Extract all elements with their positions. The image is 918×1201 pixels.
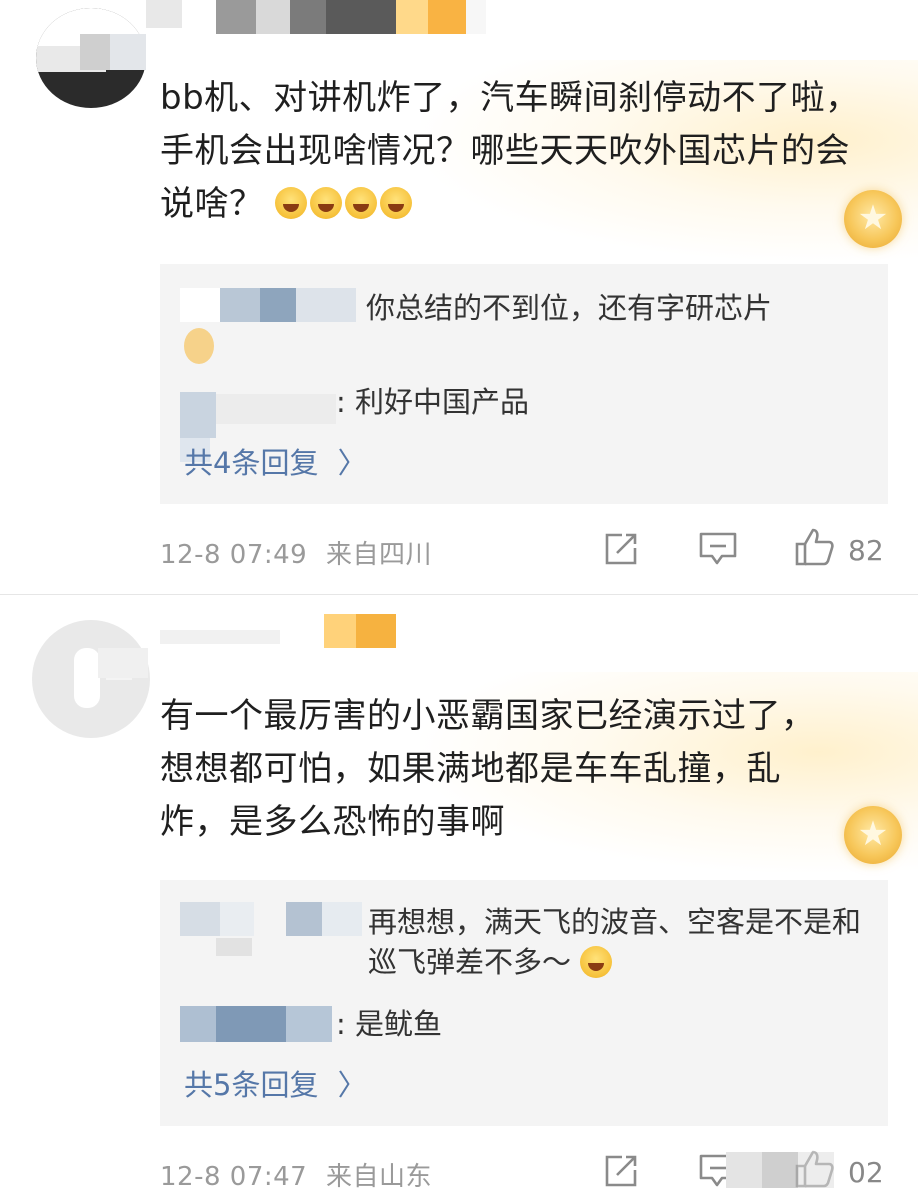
emoji-icon bbox=[344, 187, 377, 219]
more-replies-label: 共4条回复 bbox=[184, 446, 319, 480]
reply-text: 再想想，满天飞的波音、空客是不是和巡飞弹差不多～ bbox=[368, 902, 868, 982]
comment-text-content: bb机、对讲机炸了，汽车瞬间刹停动不了啦，手机会出现啥情况？哪些天天吹外国芯片的… bbox=[160, 78, 860, 224]
share-icon[interactable] bbox=[602, 530, 640, 568]
more-replies-link[interactable]: 共4条回复 〉 bbox=[184, 440, 367, 482]
comment-text: bb机、对讲机炸了，汽车瞬间刹停动不了啦，手机会出现啥情况？哪些天天吹外国芯片的… bbox=[160, 72, 880, 231]
emoji-icon bbox=[309, 187, 342, 219]
like-icon[interactable] bbox=[794, 526, 836, 568]
comment-icon[interactable] bbox=[698, 530, 738, 568]
reply-box: 再想想，满天飞的波音、空客是不是和巡飞弹差不多～ : 是鱿鱼 共5条回复 〉 bbox=[160, 880, 888, 1126]
location: 来自四川 bbox=[325, 540, 432, 570]
reply-text: 你总结的不到位，还有字研芯片 bbox=[366, 291, 773, 325]
emoji-icon bbox=[274, 187, 307, 219]
comment-meta: 12-8 07:47 来自山东 bbox=[160, 1156, 432, 1193]
share-icon[interactable] bbox=[602, 1152, 640, 1190]
avatar[interactable] bbox=[32, 620, 150, 738]
timestamp: 12-8 07:47 bbox=[160, 1162, 308, 1192]
chevron-right-icon: 〉 bbox=[337, 446, 367, 480]
reply-text: : 利好中国产品 bbox=[336, 385, 529, 419]
reply-text: : 是鱿鱼 bbox=[336, 1007, 442, 1041]
more-replies-label: 共5条回复 bbox=[184, 1068, 319, 1102]
timestamp: 12-8 07:49 bbox=[160, 540, 308, 570]
badge-icon bbox=[844, 190, 902, 248]
emoji-icon bbox=[580, 946, 613, 978]
like-count: 02 bbox=[848, 1156, 884, 1189]
comment-meta: 12-8 07:49 来自四川 bbox=[160, 534, 432, 571]
location: 来自山东 bbox=[325, 1162, 432, 1192]
like-icon[interactable] bbox=[794, 1148, 836, 1190]
like-count: 82 bbox=[848, 534, 884, 567]
more-replies-link[interactable]: 共5条回复 〉 bbox=[184, 1062, 367, 1104]
reply-text-content: 再想想，满天飞的波音、空客是不是和巡飞弹差不多～ bbox=[368, 905, 862, 979]
badge-icon bbox=[844, 806, 902, 864]
comment-divider bbox=[0, 594, 918, 595]
emoji-icon bbox=[379, 187, 412, 219]
comment-text: 有一个最厉害的小恶霸国家已经演示过了，想想都可怕，如果满地都是车车乱撞，乱炸，是… bbox=[160, 696, 816, 842]
chevron-right-icon: 〉 bbox=[337, 1068, 367, 1102]
reply-box: 你总结的不到位，还有字研芯片 : 利好中国产品 共4条回复 〉 bbox=[160, 264, 888, 504]
